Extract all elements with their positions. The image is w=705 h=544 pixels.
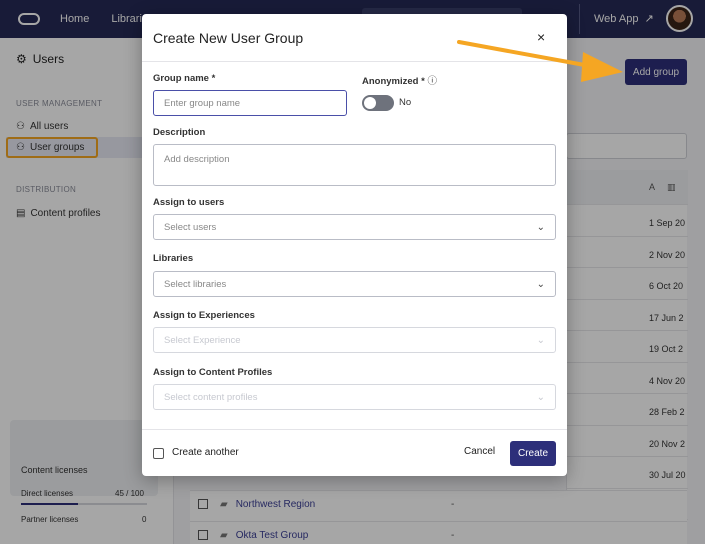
description-textarea[interactable]: Add description [153,144,556,186]
content-profiles-label: Assign to Content Profiles [153,367,273,378]
description-placeholder: Add description [164,154,230,165]
chevron-down-icon: ⌄ [536,391,545,403]
anonymized-label-text: Anonymized * [362,76,425,87]
create-button[interactable]: Create [510,441,556,466]
info-icon[interactable]: ⓘ [427,76,437,87]
chevron-down-icon: ⌄ [536,334,545,346]
chevron-down-icon: ⌄ [536,278,545,290]
libraries-label: Libraries [153,253,194,264]
annotation-arrow [457,40,623,82]
assign-users-placeholder: Select users [164,221,217,233]
content-profiles-select[interactable]: Select content profiles ⌄ [153,384,556,410]
assign-users-select[interactable]: Select users ⌄ [153,214,556,240]
assign-users-label: Assign to users [153,197,225,208]
anonymized-label: Anonymized * ⓘ [362,73,437,87]
description-label: Description [153,127,206,138]
anonymized-value: No [399,97,412,108]
anonymized-toggle[interactable] [362,95,394,111]
libraries-select[interactable]: Select libraries ⌄ [153,271,556,297]
content-profiles-placeholder: Select content profiles [164,391,258,403]
create-another-checkbox[interactable] [153,448,164,459]
chevron-down-icon: ⌄ [536,221,545,233]
experiences-placeholder: Select Experience [164,334,241,346]
experiences-select[interactable]: Select Experience ⌄ [153,327,556,353]
modal-title: Create New User Group [153,30,304,46]
group-name-placeholder: Enter group name [164,97,241,109]
libraries-placeholder: Select libraries [164,278,227,290]
modal-footer-divider [142,429,567,430]
experiences-label: Assign to Experiences [153,310,255,321]
group-name-input[interactable]: Enter group name [153,90,347,116]
group-name-label: Group name * [153,73,216,84]
cancel-button[interactable]: Cancel [464,446,495,457]
create-another-label[interactable]: Create another [172,447,239,458]
